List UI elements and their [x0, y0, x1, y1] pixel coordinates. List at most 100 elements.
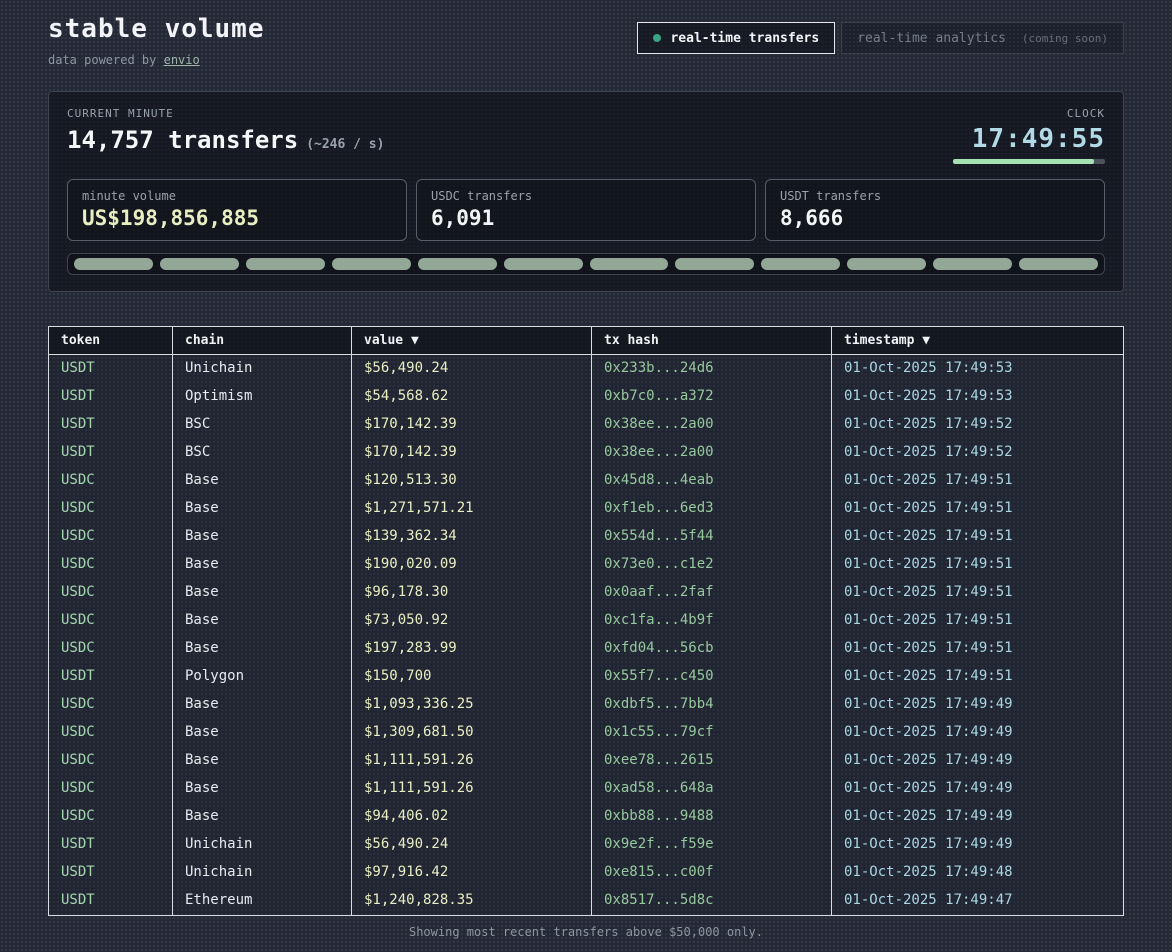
cell-tx-hash[interactable]: 0xee78...2615	[591, 747, 831, 775]
cell-token: USDT	[49, 439, 172, 467]
volume-segments	[67, 253, 1105, 275]
volume-segment	[74, 258, 153, 270]
cell-tx-hash[interactable]: 0x1c55...79cf	[591, 719, 831, 747]
cell-token: USDT	[49, 355, 172, 383]
cell-timestamp: 01-Oct-2025 17:49:51	[831, 523, 1123, 551]
table-row: USDT Unichain $56,490.24 0x233b...24d6 0…	[49, 355, 1123, 383]
table-header: token chain value ▼ tx hash timestamp ▼	[49, 327, 1123, 355]
volume-segment	[1019, 258, 1098, 270]
column-header-timestamp[interactable]: timestamp ▼	[831, 327, 1123, 354]
table-row: USDT Polygon $150,700 0x55f7...c450 01-O…	[49, 663, 1123, 691]
cell-value: $1,111,591.26	[351, 747, 591, 775]
cell-tx-hash[interactable]: 0xad58...648a	[591, 775, 831, 803]
cell-token: USDT	[49, 411, 172, 439]
column-header-txhash[interactable]: tx hash	[591, 327, 831, 354]
stat-value: 6,091	[431, 206, 741, 230]
cell-tx-hash[interactable]: 0xfd04...56cb	[591, 635, 831, 663]
cell-tx-hash[interactable]: 0x38ee...2a00	[591, 411, 831, 439]
cell-token: USDT	[49, 383, 172, 411]
volume-segment	[504, 258, 583, 270]
cell-timestamp: 01-Oct-2025 17:49:49	[831, 803, 1123, 831]
transfers-rate: (~246 / s)	[306, 137, 384, 152]
cell-tx-hash[interactable]: 0x0aaf...2faf	[591, 579, 831, 607]
cell-chain: Base	[172, 747, 351, 775]
topbar: stable volume data powered by envio real…	[48, 14, 1124, 67]
page: stable volume data powered by envio real…	[0, 0, 1172, 939]
volume-segment	[675, 258, 754, 270]
cell-value: $96,178.30	[351, 579, 591, 607]
cell-tx-hash[interactable]: 0x38ee...2a00	[591, 439, 831, 467]
cell-token: USDC	[49, 747, 172, 775]
cell-value: $139,362.34	[351, 523, 591, 551]
cell-timestamp: 01-Oct-2025 17:49:51	[831, 495, 1123, 523]
table-row: USDC Base $1,093,336.25 0xdbf5...7bb4 01…	[49, 691, 1123, 719]
cell-tx-hash[interactable]: 0x233b...24d6	[591, 355, 831, 383]
table-row: USDT Optimism $54,568.62 0xb7c0...a372 0…	[49, 383, 1123, 411]
cell-value: $197,283.99	[351, 635, 591, 663]
cell-value: $120,513.30	[351, 467, 591, 495]
column-header-token[interactable]: token	[49, 327, 172, 354]
table-row: USDC Base $1,111,591.26 0xad58...648a 01…	[49, 775, 1123, 803]
cell-chain: BSC	[172, 439, 351, 467]
cell-tx-hash[interactable]: 0x9e2f...f59e	[591, 831, 831, 859]
cell-tx-hash[interactable]: 0xbb88...9488	[591, 803, 831, 831]
cell-token: USDT	[49, 859, 172, 887]
cell-token: USDC	[49, 551, 172, 579]
cell-timestamp: 01-Oct-2025 17:49:51	[831, 663, 1123, 691]
header-row: token chain value ▼ tx hash timestamp ▼	[49, 327, 1123, 355]
stat-value: 8,666	[780, 206, 1090, 230]
table-row: USDT Unichain $97,916.42 0xe815...c00f 0…	[49, 859, 1123, 887]
cell-timestamp: 01-Oct-2025 17:49:47	[831, 887, 1123, 915]
tab-realtime-analytics[interactable]: real-time analytics (coming soon)	[841, 22, 1124, 54]
envio-link[interactable]: envio	[164, 53, 200, 67]
cell-token: USDC	[49, 691, 172, 719]
table-body: USDT Unichain $56,490.24 0x233b...24d6 0…	[49, 355, 1123, 915]
stat-boxes: minute volume US$198,856,885 USDC transf…	[67, 179, 1105, 241]
cell-timestamp: 01-Oct-2025 17:49:48	[831, 859, 1123, 887]
cell-value: $170,142.39	[351, 411, 591, 439]
volume-segment	[332, 258, 411, 270]
table-row: USDC Base $1,271,571.21 0xf1eb...6ed3 01…	[49, 495, 1123, 523]
transfers-count: 14,757 transfers(~246 / s)	[67, 126, 384, 154]
transfers-summary: CURRENT MINUTE 14,757 transfers(~246 / s…	[67, 107, 384, 154]
cell-tx-hash[interactable]: 0xc1fa...4b9f	[591, 607, 831, 635]
cell-chain: Base	[172, 607, 351, 635]
tab-bar: real-time transfers real-time analytics …	[637, 22, 1124, 54]
cell-tx-hash[interactable]: 0x554d...5f44	[591, 523, 831, 551]
clock-label: CLOCK	[953, 107, 1105, 120]
column-header-chain[interactable]: chain	[172, 327, 351, 354]
cell-chain: Base	[172, 803, 351, 831]
cell-chain: Base	[172, 635, 351, 663]
cell-token: USDC	[49, 775, 172, 803]
table-row: USDC Base $73,050.92 0xc1fa...4b9f 01-Oc…	[49, 607, 1123, 635]
stat-label: minute volume	[82, 189, 392, 203]
cell-tx-hash[interactable]: 0x8517...5d8c	[591, 887, 831, 915]
cell-tx-hash[interactable]: 0x45d8...4eab	[591, 467, 831, 495]
cell-value: $1,111,591.26	[351, 775, 591, 803]
cell-tx-hash[interactable]: 0xf1eb...6ed3	[591, 495, 831, 523]
cell-tx-hash[interactable]: 0xb7c0...a372	[591, 383, 831, 411]
cell-chain: Base	[172, 467, 351, 495]
volume-segment	[761, 258, 840, 270]
table-row: USDC Base $197,283.99 0xfd04...56cb 01-O…	[49, 635, 1123, 663]
cell-timestamp: 01-Oct-2025 17:49:52	[831, 439, 1123, 467]
cell-chain: Ethereum	[172, 887, 351, 915]
cell-token: USDC	[49, 635, 172, 663]
cell-value: $1,240,828.35	[351, 887, 591, 915]
cell-tx-hash[interactable]: 0x73e0...c1e2	[591, 551, 831, 579]
cell-tx-hash[interactable]: 0xe815...c00f	[591, 859, 831, 887]
section-label: CURRENT MINUTE	[67, 107, 384, 120]
column-header-value[interactable]: value ▼	[351, 327, 591, 354]
table-row: USDT BSC $170,142.39 0x38ee...2a00 01-Oc…	[49, 411, 1123, 439]
cell-chain: Base	[172, 719, 351, 747]
cell-chain: Base	[172, 691, 351, 719]
cell-tx-hash[interactable]: 0xdbf5...7bb4	[591, 691, 831, 719]
cell-chain: Optimism	[172, 383, 351, 411]
table-row: USDC Base $96,178.30 0x0aaf...2faf 01-Oc…	[49, 579, 1123, 607]
cell-value: $73,050.92	[351, 607, 591, 635]
tab-realtime-transfers[interactable]: real-time transfers	[637, 22, 835, 54]
cell-tx-hash[interactable]: 0x55f7...c450	[591, 663, 831, 691]
footer-note: Showing most recent transfers above $50,…	[48, 925, 1124, 939]
transfers-table: token chain value ▼ tx hash timestamp ▼ …	[48, 326, 1124, 916]
clock-progress-fill	[953, 159, 1094, 164]
